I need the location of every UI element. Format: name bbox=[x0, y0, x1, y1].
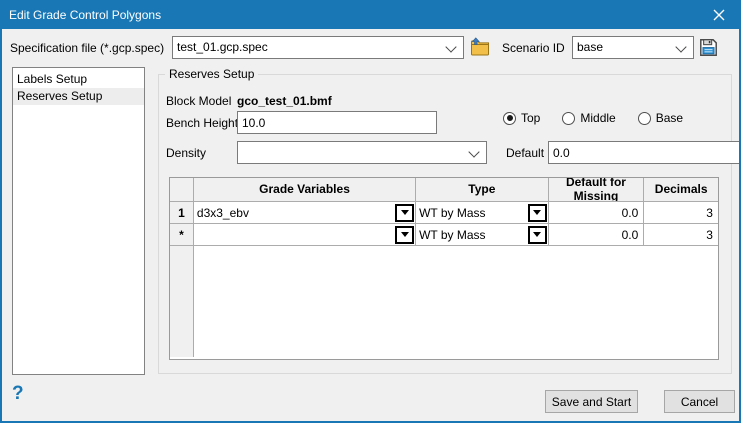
chevron-down-icon bbox=[675, 41, 686, 52]
dropdown-arrow-icon[interactable] bbox=[528, 226, 547, 244]
sidebar-item-label: Reserves Setup bbox=[17, 89, 102, 103]
radio-top[interactable]: Top bbox=[503, 111, 540, 125]
density-default-label: Default bbox=[506, 146, 544, 160]
radio-middle[interactable]: Middle bbox=[562, 111, 615, 125]
bench-height-label: Bench Height bbox=[166, 116, 238, 130]
save-and-start-button[interactable]: Save and Start bbox=[545, 390, 638, 413]
grade-variables-grid: Grade Variables Type Default for Missing… bbox=[169, 177, 719, 360]
radio-base-label: Base bbox=[656, 111, 683, 125]
dropdown-arrow-icon[interactable] bbox=[528, 204, 547, 222]
scenario-id-combobox[interactable]: base bbox=[572, 36, 694, 59]
grade-variable-cell[interactable] bbox=[194, 224, 416, 246]
default-missing-cell[interactable]: 0.0 bbox=[549, 224, 645, 246]
col-header-decimals: Decimals bbox=[644, 178, 718, 202]
scenario-id-value: base bbox=[577, 37, 673, 58]
radio-top-icon[interactable] bbox=[503, 112, 516, 125]
bench-height-input[interactable] bbox=[237, 111, 437, 134]
help-button[interactable]: ? bbox=[12, 383, 24, 405]
scenario-id-label: Scenario ID bbox=[502, 41, 565, 55]
open-folder-icon bbox=[469, 37, 491, 57]
type-cell[interactable]: WT by Mass bbox=[416, 202, 549, 224]
density-combobox[interactable] bbox=[237, 141, 487, 164]
edit-grade-control-polygons-dialog: Edit Grade Control Polygons Specificatio… bbox=[0, 0, 741, 423]
row-header: * bbox=[170, 224, 194, 246]
col-header-type: Type bbox=[416, 178, 549, 202]
grid-row-1: 1 d3x3_ebv WT by Mass 0.0 3 bbox=[170, 202, 718, 224]
block-model-value: gco_test_01.bmf bbox=[237, 94, 332, 108]
setup-pages-list: Labels Setup Reserves Setup bbox=[12, 67, 145, 375]
grid-header-row: Grade Variables Type Default for Missing… bbox=[170, 178, 718, 202]
save-spec-button[interactable] bbox=[696, 35, 720, 59]
radio-base-icon[interactable] bbox=[638, 112, 651, 125]
decimals-cell[interactable]: 3 bbox=[644, 224, 718, 246]
open-folder-button[interactable] bbox=[468, 35, 492, 59]
close-icon bbox=[713, 9, 725, 21]
dialog-title: Edit Grade Control Polygons bbox=[0, 8, 161, 22]
density-label: Density bbox=[166, 146, 206, 160]
radio-middle-label: Middle bbox=[580, 111, 615, 125]
sidebar-item-label: Labels Setup bbox=[17, 72, 87, 86]
spec-file-combobox[interactable]: test_01.gcp.spec bbox=[172, 36, 464, 59]
reserves-setup-group: Reserves Setup Block Model gco_test_01.b… bbox=[158, 74, 732, 374]
radio-base[interactable]: Base bbox=[638, 111, 683, 125]
block-model-label: Block Model bbox=[166, 94, 231, 108]
chevron-down-icon bbox=[445, 41, 456, 52]
density-default-input[interactable] bbox=[548, 141, 741, 164]
bench-position-radio-group: Top Middle Base bbox=[503, 111, 683, 125]
decimals-cell[interactable]: 3 bbox=[644, 202, 718, 224]
default-missing-cell[interactable]: 0.0 bbox=[549, 202, 645, 224]
grade-variable-value: d3x3_ebv bbox=[197, 206, 249, 220]
chevron-down-icon bbox=[468, 146, 479, 157]
type-value: WT by Mass bbox=[419, 206, 485, 220]
close-button[interactable] bbox=[696, 0, 741, 29]
dropdown-arrow-icon[interactable] bbox=[395, 226, 414, 244]
grid-corner-cell bbox=[170, 178, 194, 202]
row-header: 1 bbox=[170, 202, 194, 224]
grade-variable-cell[interactable]: d3x3_ebv bbox=[194, 202, 416, 224]
row-header-column-filler bbox=[170, 246, 194, 357]
grid-body-filler bbox=[194, 246, 718, 357]
group-title: Reserves Setup bbox=[165, 67, 258, 81]
sidebar-item-reserves-setup[interactable]: Reserves Setup bbox=[13, 88, 144, 105]
spec-file-label: Specification file (*.gcp.spec) bbox=[10, 41, 164, 55]
type-cell[interactable]: WT by Mass bbox=[416, 224, 549, 246]
title-bar[interactable]: Edit Grade Control Polygons bbox=[0, 0, 741, 29]
save-disk-icon bbox=[699, 38, 718, 57]
col-header-grade-variables: Grade Variables bbox=[194, 178, 416, 202]
grid-empty-area bbox=[170, 246, 718, 357]
radio-top-label: Top bbox=[521, 111, 540, 125]
sidebar-item-labels-setup[interactable]: Labels Setup bbox=[13, 71, 144, 88]
cancel-button[interactable]: Cancel bbox=[664, 390, 735, 413]
dropdown-arrow-icon[interactable] bbox=[395, 204, 414, 222]
grid-row-new: * WT by Mass 0.0 3 bbox=[170, 224, 718, 246]
radio-middle-icon[interactable] bbox=[562, 112, 575, 125]
spec-file-value: test_01.gcp.spec bbox=[177, 37, 443, 58]
col-header-default-for-missing: Default for Missing bbox=[549, 178, 645, 202]
type-value: WT by Mass bbox=[419, 228, 485, 242]
